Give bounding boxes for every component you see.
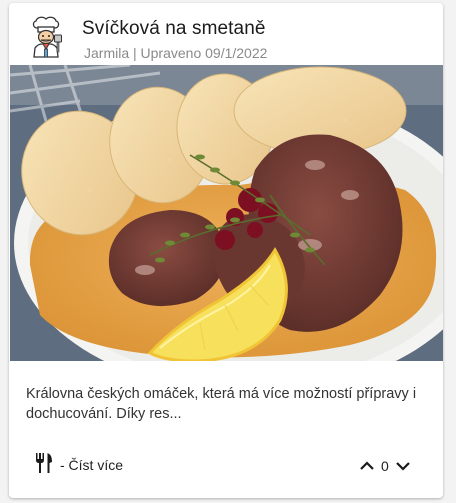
read-more-button[interactable]: - Číst více — [34, 452, 124, 479]
chef-avatar-icon — [26, 16, 66, 58]
recipe-author-date: Jarmila | Upraveno 09/1/2022 — [84, 45, 268, 61]
vote-count: 0 — [381, 458, 389, 474]
read-more-label: - Číst více — [60, 457, 124, 473]
recipe-description: Královna českých omáček, která má více m… — [26, 386, 417, 422]
card-actions: - Číst více 0 — [9, 451, 443, 481]
vote-control: 0 — [357, 455, 413, 477]
recipe-card: Svíčková na smetaně Jarmila | Upraveno 0… — [9, 3, 443, 498]
chevron-down-icon[interactable] — [393, 456, 413, 476]
chevron-up-icon[interactable] — [357, 456, 377, 476]
recipe-title: Svíčková na smetaně — [82, 18, 266, 39]
card-header: Svíčková na smetaně Jarmila | Upraveno 0… — [9, 3, 443, 65]
cutlery-icon — [34, 452, 54, 479]
recipe-image[interactable] — [10, 65, 443, 361]
